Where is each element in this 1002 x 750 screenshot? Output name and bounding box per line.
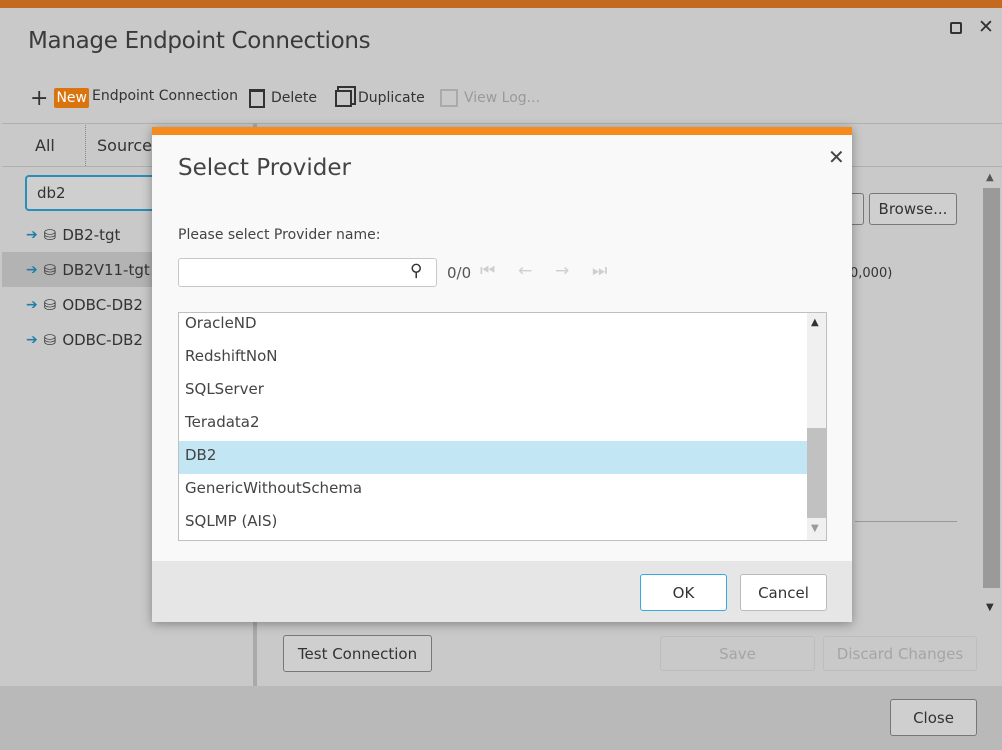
- view-log-button[interactable]: View Log...: [440, 86, 540, 110]
- save-button[interactable]: Save: [660, 636, 815, 671]
- list-scroll-down-icon[interactable]: ▼: [811, 523, 819, 534]
- scroll-down-icon[interactable]: ▼: [986, 602, 994, 613]
- test-connection-button[interactable]: Test Connection: [283, 635, 432, 672]
- dialog-title: Select Provider: [178, 155, 351, 181]
- dialog-accent-bar: [152, 127, 852, 135]
- provider-item[interactable]: SQLMP (AIS): [179, 507, 807, 540]
- trash-icon: [249, 88, 265, 108]
- target-arrow-icon: ➔: [26, 226, 38, 243]
- maximize-icon[interactable]: [950, 22, 962, 34]
- database-icon: ⛁: [43, 260, 57, 279]
- provider-item[interactable]: Teradata2: [179, 408, 807, 441]
- provider-label: Please select Provider name:: [178, 227, 381, 243]
- dialog-close-icon[interactable]: ✕: [828, 145, 845, 169]
- new-label: Endpoint Connection: [91, 88, 238, 104]
- log-icon: [440, 89, 458, 107]
- separator: [855, 521, 957, 522]
- provider-item-selected[interactable]: DB2: [179, 441, 807, 474]
- new-endpoint-button[interactable]: + New Endpoint Connection: [30, 85, 238, 111]
- item-label: DB2-tgt: [62, 225, 121, 244]
- duplicate-button[interactable]: Duplicate: [335, 86, 425, 110]
- ok-button[interactable]: OK: [640, 574, 727, 611]
- item-label: ODBC-DB2: [62, 295, 143, 314]
- target-arrow-icon: ➔: [26, 261, 38, 278]
- database-icon: ⛁: [43, 330, 57, 349]
- window-accent-bar: [0, 0, 1002, 8]
- duplicate-label: Duplicate: [358, 90, 425, 106]
- provider-item[interactable]: OracleND: [179, 313, 807, 342]
- duplicate-icon: [335, 89, 352, 107]
- item-label: ODBC-DB2: [62, 330, 143, 349]
- target-arrow-icon: ➔: [26, 331, 38, 348]
- scroll-up-icon[interactable]: ▲: [986, 172, 994, 183]
- delete-button[interactable]: Delete: [249, 86, 317, 110]
- scrollbar-thumb[interactable]: [983, 188, 1000, 588]
- partial-text: 0,000): [850, 266, 893, 281]
- provider-list[interactable]: OracleND RedshiftNoN SQLServer Teradata2…: [178, 312, 827, 541]
- window-footer: [0, 686, 1002, 750]
- list-scroll-up-icon[interactable]: ▲: [811, 317, 819, 328]
- cancel-button[interactable]: Cancel: [740, 574, 827, 611]
- new-badge: New: [54, 88, 89, 108]
- tab-sources[interactable]: Sources: [97, 136, 160, 155]
- item-label: DB2V11-tgt: [62, 260, 150, 279]
- last-icon[interactable]: ⏭: [592, 261, 607, 281]
- delete-label: Delete: [271, 90, 317, 106]
- database-icon: ⛁: [43, 295, 57, 314]
- provider-item[interactable]: RedshiftNoN: [179, 342, 807, 375]
- close-window-icon[interactable]: ✕: [978, 16, 994, 38]
- target-arrow-icon: ➔: [26, 296, 38, 313]
- database-icon: ⛁: [43, 225, 57, 244]
- view-log-label: View Log...: [464, 90, 541, 106]
- search-icon[interactable]: ⚲: [410, 261, 422, 281]
- select-provider-dialog: Select Provider ✕ Please select Provider…: [152, 127, 852, 622]
- plus-icon: +: [30, 85, 49, 111]
- list-scrollbar-thumb[interactable]: [807, 428, 826, 518]
- next-arrow-icon[interactable]: →: [555, 261, 569, 281]
- endpoint-search-input[interactable]: db2: [25, 175, 165, 211]
- match-count: 0/0: [447, 264, 472, 282]
- provider-search-input[interactable]: [178, 258, 437, 287]
- browse-button[interactable]: Browse...: [869, 193, 957, 225]
- provider-item[interactable]: SQLServer: [179, 375, 807, 408]
- window-title: Manage Endpoint Connections: [28, 28, 371, 54]
- first-icon[interactable]: ⏮: [480, 261, 495, 281]
- tab-all[interactable]: All: [35, 136, 55, 155]
- discard-changes-button[interactable]: Discard Changes: [823, 636, 977, 671]
- tab-divider: [85, 125, 86, 166]
- dialog-footer: OK Cancel: [152, 561, 852, 622]
- prev-arrow-icon[interactable]: ←: [518, 261, 532, 281]
- provider-item[interactable]: GenericWithoutSchema: [179, 474, 807, 507]
- close-button[interactable]: Close: [890, 699, 977, 736]
